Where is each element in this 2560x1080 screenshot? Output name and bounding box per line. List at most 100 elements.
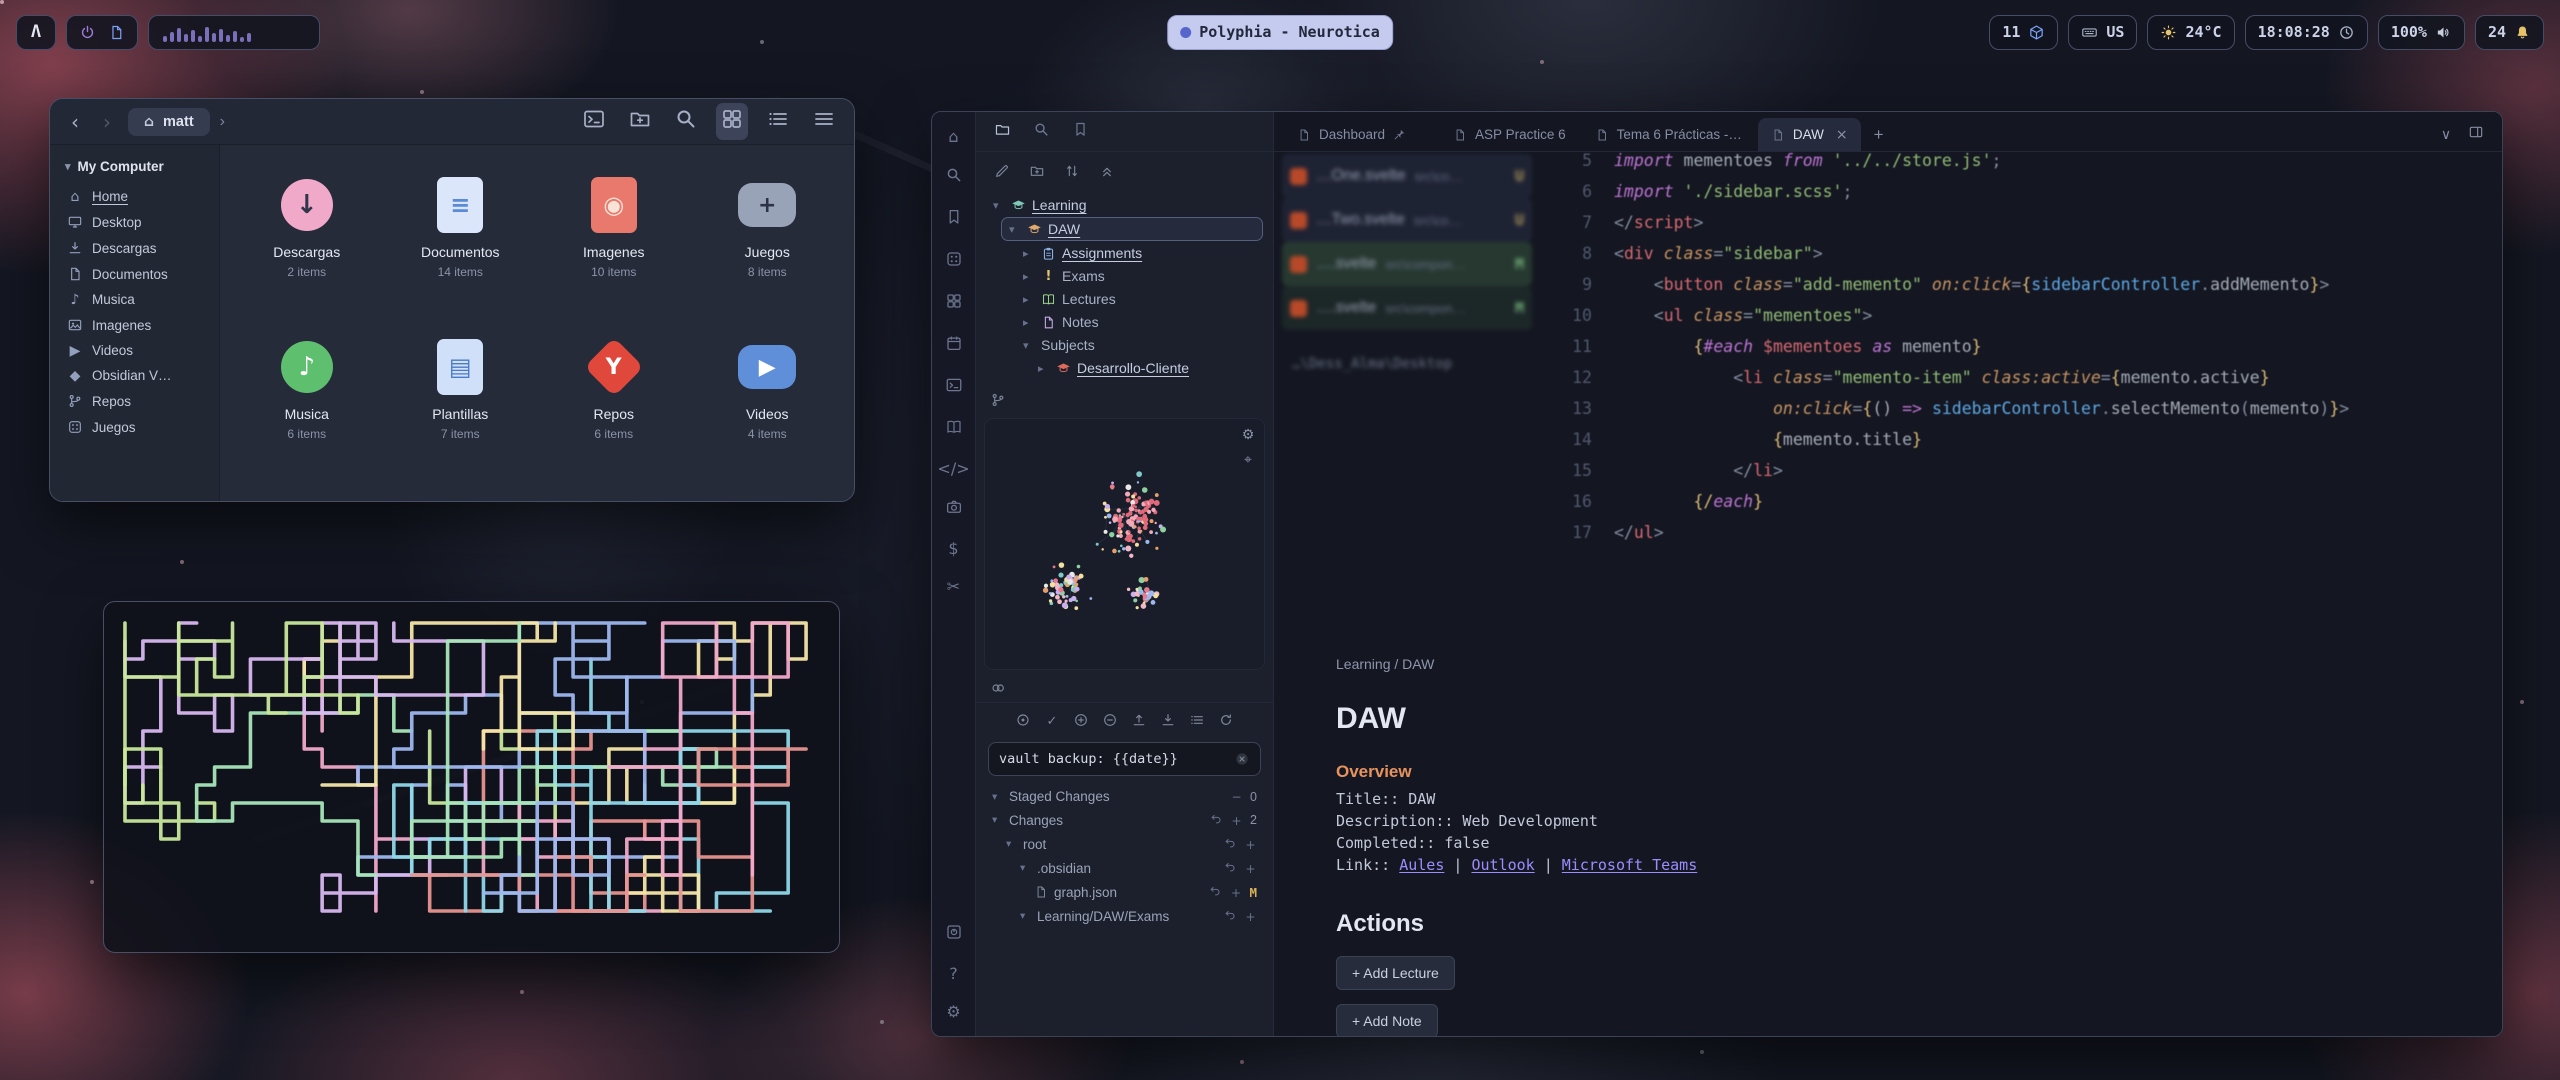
ribbon-scissors-button[interactable]: ✂ — [945, 578, 963, 597]
forward-button[interactable]: › — [96, 110, 118, 134]
git-plus-action[interactable]: + — [1230, 813, 1243, 828]
sidebar-item-repos[interactable]: Repos — [59, 388, 210, 414]
chevron-right-icon[interactable]: ▸ — [1023, 247, 1035, 260]
commit-message-input[interactable] — [999, 751, 1226, 767]
ribbon-vault-button[interactable] — [945, 923, 963, 946]
git-row-graph-json[interactable]: graph.json+M — [1030, 880, 1261, 904]
app-menu-button[interactable] — [808, 103, 840, 140]
ribbon-help-button[interactable]: ? — [945, 965, 963, 984]
link-microsoft-teams[interactable]: Microsoft Teams — [1562, 856, 1697, 874]
chevron-down-icon[interactable]: ▾ — [992, 791, 1003, 803]
git-stage-check-button[interactable]: ✓ — [1044, 712, 1060, 733]
folder-documentos[interactable]: ≡Documentos14 items — [384, 161, 538, 323]
view-grid-button[interactable] — [716, 103, 748, 140]
tab-asp-practice-6[interactable]: ASP Practice 6 — [1440, 118, 1579, 151]
git-row-root[interactable]: ▾root+ — [1002, 832, 1261, 856]
updates-module[interactable]: 11 — [1989, 15, 2058, 50]
tree-item-desarrollo-cliente[interactable]: ▸Desarrollo-Cliente — [1031, 357, 1263, 379]
breadcrumb-expand-icon[interactable]: › — [220, 113, 225, 131]
folder-musica[interactable]: ♪Musica6 items — [230, 323, 384, 485]
editor-area[interactable]: …One.sveltesrc\co…U…Two.sveltesrc\co…U….… — [1274, 152, 2502, 1036]
ribbon-camera-button[interactable] — [945, 498, 963, 521]
git-undo-action[interactable] — [1224, 860, 1237, 876]
folder-imagenes[interactable]: ◉Imagenes10 items — [537, 161, 691, 323]
ribbon-code-button[interactable]: </> — [945, 460, 963, 479]
power-icon[interactable] — [79, 24, 96, 41]
link-outlook[interactable]: Outlook — [1471, 856, 1534, 874]
ribbon-gear-button[interactable]: ⚙ — [945, 1003, 963, 1022]
file-manager-headerbar[interactable]: ‹ › ⌂ matt › — [50, 99, 854, 145]
clock-module[interactable]: 18:08:28 — [2245, 15, 2368, 50]
git-branch-chip[interactable] — [976, 386, 1273, 414]
graph-view-panel[interactable]: ⚙ ⌖ — [984, 418, 1265, 670]
tab-list-chevron-icon[interactable]: ∨ — [2438, 127, 2454, 143]
git-file-list-button[interactable] — [1189, 712, 1205, 733]
sidebar-item-desktop[interactable]: Desktop — [59, 209, 210, 235]
tree-item-subjects[interactable]: ▾Subjects — [1016, 334, 1263, 356]
sidebar-item-documentos[interactable]: Documentos — [59, 261, 210, 287]
git-refresh-button[interactable] — [1218, 712, 1234, 733]
sidebar-item-juegos[interactable]: Juegos — [59, 414, 210, 440]
ribbon-search-button[interactable] — [945, 166, 963, 189]
git-plus-action[interactable]: + — [1244, 837, 1257, 852]
tab-close-icon[interactable]: × — [1836, 127, 1848, 143]
chevron-down-icon[interactable]: ▾ — [992, 814, 1003, 826]
graph-settings-icon[interactable]: ⚙ — [1240, 427, 1256, 443]
git-unstage-button[interactable] — [1102, 712, 1118, 733]
folder-repos[interactable]: YRepos6 items — [537, 323, 691, 485]
git-plus-action[interactable]: + — [1229, 885, 1242, 900]
volume-module[interactable]: 100% — [2378, 15, 2465, 50]
explorer-pencil-button[interactable] — [994, 163, 1010, 184]
folder-plantillas[interactable]: ▤Plantillas7 items — [384, 323, 538, 485]
sidebar-tab-search[interactable] — [1033, 121, 1050, 143]
note-icon[interactable] — [108, 24, 125, 41]
git-undo-action[interactable] — [1224, 836, 1237, 852]
tree-item-daw[interactable]: ▾DAW — [1001, 217, 1263, 241]
link-aules[interactable]: Aules — [1399, 856, 1444, 874]
folder-videos[interactable]: ▶Videos4 items — [691, 323, 845, 485]
chevron-down-icon[interactable]: ▾ — [1009, 223, 1021, 236]
open-terminal-button[interactable] — [578, 103, 610, 140]
git-pull-button[interactable] — [1160, 712, 1176, 733]
sidebar-tab-folder[interactable] — [994, 121, 1011, 143]
ribbon-terminal-button[interactable] — [945, 376, 963, 399]
tree-item-assignments[interactable]: ▸Assignments — [1016, 242, 1263, 264]
sidebar-item-home[interactable]: ⌂Home — [59, 184, 210, 209]
graph-canvas[interactable] — [985, 419, 1264, 669]
breadcrumb[interactable]: ⌂ matt — [128, 108, 210, 136]
sidebar-section-header[interactable]: ▾ My Computer — [59, 155, 210, 184]
toggle-right-sidebar-button[interactable] — [2468, 124, 2484, 145]
folder-descargas[interactable]: ↓Descargas2 items — [230, 161, 384, 323]
git-stage-add-button[interactable] — [1073, 712, 1089, 733]
git-row-staged-changes[interactable]: ▾Staged Changes−0 — [988, 785, 1261, 808]
chevron-down-icon[interactable]: ▾ — [1020, 862, 1031, 874]
chevron-down-icon[interactable]: ▾ — [993, 199, 1005, 212]
tree-item-exams[interactable]: ▸!Exams — [1016, 265, 1263, 287]
keyboard-layout-module[interactable]: US — [2068, 15, 2137, 50]
git-row-obsidian[interactable]: ▾.obsidian+ — [1016, 856, 1261, 880]
sidebar-tab-bookmark[interactable] — [1072, 121, 1089, 143]
explorer-folder-plus-button[interactable] — [1029, 163, 1045, 184]
explorer-collapse-button[interactable] — [1099, 163, 1115, 184]
ribbon-dollar-button[interactable]: $ — [945, 540, 963, 559]
git-row-changes[interactable]: ▾Changes+2 — [988, 808, 1261, 832]
chevron-down-icon[interactable]: ▾ — [1020, 910, 1031, 922]
back-button[interactable]: ‹ — [64, 110, 86, 134]
git-undo-action[interactable] — [1210, 812, 1223, 828]
chevron-right-icon[interactable]: ▸ — [1023, 293, 1035, 306]
now-playing-module[interactable]: Polyphia - Neurotica — [1167, 15, 1393, 50]
new-tab-button[interactable]: + — [1864, 118, 1894, 151]
add-lecture-button[interactable]: + Add Lecture — [1336, 956, 1455, 990]
chevron-down-icon[interactable]: ▾ — [1023, 339, 1035, 352]
notifications-module[interactable]: 24 — [2475, 15, 2544, 50]
ribbon-grid-button[interactable] — [945, 292, 963, 315]
git-row-learning-daw-exams[interactable]: ▾Learning/DAW/Exams+ — [1016, 904, 1261, 928]
sidebar-item-musica[interactable]: ♪Musica — [59, 287, 210, 312]
git-plus-action[interactable]: + — [1244, 861, 1257, 876]
ribbon-home-button[interactable]: ⌂ — [945, 128, 963, 147]
view-list-button[interactable] — [762, 103, 794, 140]
git-plus-action[interactable]: + — [1244, 909, 1257, 924]
sidebar-item-videos[interactable]: ▶Videos — [59, 338, 210, 363]
folder-juegos[interactable]: +Juegos8 items — [691, 161, 845, 323]
ribbon-calendar-button[interactable] — [945, 334, 963, 357]
